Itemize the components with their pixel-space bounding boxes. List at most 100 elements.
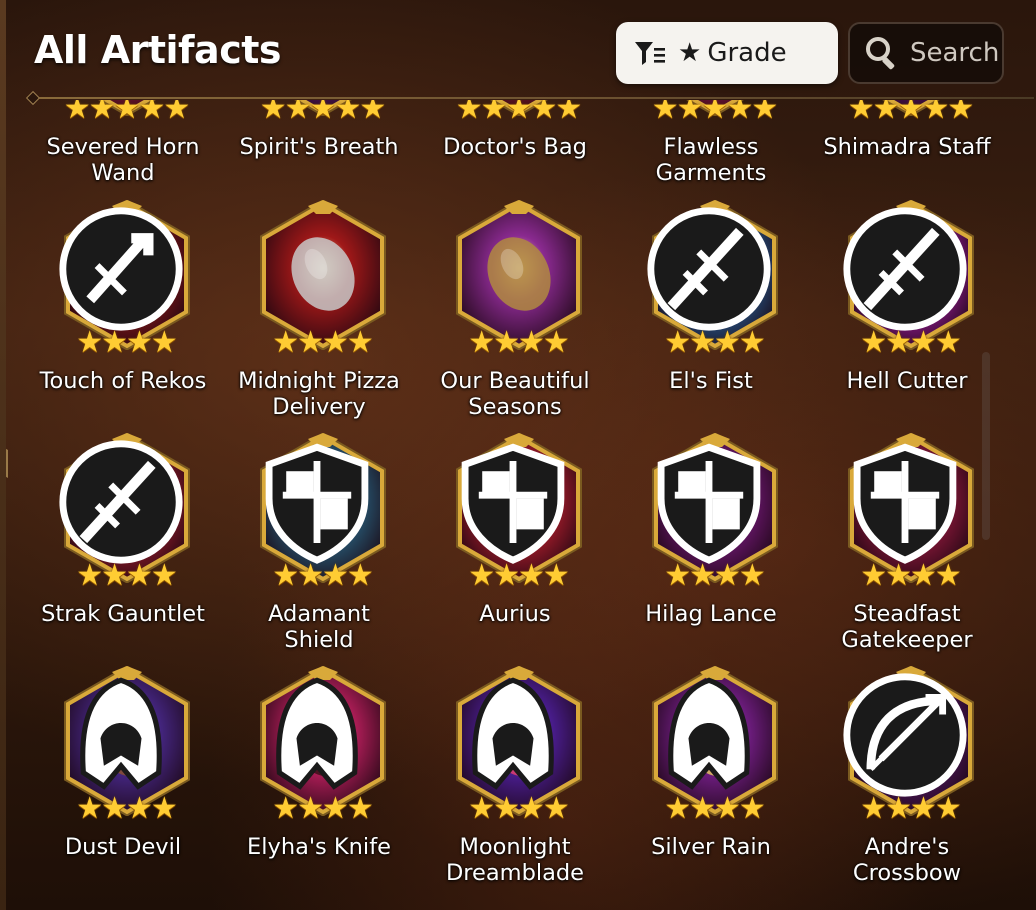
artifact-card-doctor-s-bag[interactable]: ★ ★ ★ ★ ★ Doctor's Bag [414, 100, 610, 196]
star-rating: ★ ★ ★ ★ [650, 794, 780, 824]
filter-icon [635, 42, 665, 65]
knight-sword-icon [56, 194, 183, 331]
artifact-card-strak-gauntlet[interactable]: ★ ★ ★ ★ Strak Gauntlet [22, 433, 218, 663]
star-rating: ★ ★ ★ ★ [62, 328, 192, 358]
star-icon: ★ [493, 325, 520, 360]
artifact-icon: ★ ★ ★ ★ [258, 200, 388, 358]
artifact-icon: ★ ★ ★ ★ [843, 666, 976, 824]
artifact-card-severed-horn-wand[interactable]: ★ ★ ★ ★ ★ Severed Horn Wand [22, 100, 218, 196]
artifact-name: Midnight Pizza Delivery [238, 368, 400, 420]
star-rating: ★ ★ ★ ★ [258, 794, 388, 824]
star-icon: ★ [493, 791, 520, 826]
artifact-name: Aurius [479, 601, 551, 627]
warrior-sword-icon [56, 427, 183, 564]
artifact-card-hilag-lance[interactable]: ★ ★ ★ ★ Hilag Lance [610, 433, 806, 663]
artifact-card-andre-s-crossbow[interactable]: ★ ★ ★ ★ Andre's Crossbow [806, 666, 1002, 896]
star-icon: ★ [885, 558, 912, 593]
star-icon: ★ [284, 100, 312, 126]
star-icon: ★ [322, 791, 349, 826]
star-icon: ★ [297, 791, 324, 826]
artifact-card-midnight-pizza-delivery[interactable]: ★ ★ ★ ★ Midnight Pizza Delivery [218, 200, 414, 430]
thief-hood-icon [56, 660, 162, 790]
knight-shield-icon [252, 427, 369, 564]
artifact-card-spirit-s-breath[interactable]: ★ ★ ★ ★ ★ Spirit's Breath [218, 100, 414, 196]
artifact-name: Touch of Rekos [39, 368, 207, 394]
artifact-icon: ★ ★ ★ ★ [258, 433, 388, 591]
warrior-sword-icon [840, 194, 967, 331]
grade-sort-button[interactable]: ★ Grade [616, 22, 838, 84]
star-icon: ★ [518, 325, 545, 360]
artifact-name: Silver Rain [651, 834, 771, 860]
star-rating: ★ ★ ★ ★ [846, 561, 976, 591]
star-icon: ★ [309, 100, 337, 126]
star-icon: ★ [664, 558, 692, 593]
artifact-name: Dust Devil [64, 834, 182, 860]
star-icon: ★ [76, 325, 104, 360]
search-button[interactable]: Search [848, 22, 1004, 84]
star-icon: ★ [493, 558, 520, 593]
star-icon: ★ [922, 100, 950, 126]
search-button-label: Search [910, 38, 1000, 68]
artifact-card-elyha-s-knife[interactable]: ★ ★ ★ ★ Elyha's Knife [218, 666, 414, 896]
grade-button-label: Grade [707, 38, 787, 68]
artifact-card-moonlight-dreamblade[interactable]: ★ ★ ★ ★ Moonlight Dreamblade [414, 666, 610, 896]
star-icon: ★ [885, 325, 912, 360]
star-icon: ★ [934, 791, 962, 826]
star-icon: ★ [150, 558, 178, 593]
star-icon: ★ [101, 558, 128, 593]
star-icon: ★ [150, 325, 178, 360]
artifact-card-steadfast-gatekeeper[interactable]: ★ ★ ★ ★ Steadfast Gatekeeper [806, 433, 1002, 663]
artifact-icon: ★ ★ ★ ★ [258, 666, 388, 824]
page-title: All Artifacts [34, 28, 282, 72]
artifact-card-hell-cutter[interactable]: ★ ★ ★ ★ Hell Cutter [806, 200, 1002, 430]
artifact-grid[interactable]: ★ ★ ★ ★ ★ Severed Horn Wand ★ ★ ★ ★ ★ Spirit's Brea… [0, 100, 1036, 910]
star-icon: ★ [701, 100, 729, 126]
knight-shield-icon [448, 427, 565, 564]
star-icon: ★ [860, 558, 888, 593]
star-rating: ★ ★ ★ ★ [846, 794, 976, 824]
star-icon: ★ [518, 791, 545, 826]
star-icon: ★ [910, 791, 937, 826]
artifact-card-aurius[interactable]: ★ ★ ★ ★ Aurius [414, 433, 610, 663]
star-icon: ★ [126, 558, 153, 593]
artifact-icon: ★ ★ ★ ★ ★ [846, 100, 976, 124]
star-icon: ★ [738, 558, 766, 593]
artifact-icon: ★ ★ ★ ★ [454, 200, 584, 358]
star-icon: ★ [751, 100, 779, 126]
artifact-card-flawless-garments[interactable]: ★ ★ ★ ★ ★ Flawless Garments [610, 100, 806, 196]
star-icon: ★ [542, 558, 570, 593]
scrollbar[interactable] [982, 352, 990, 540]
star-icon: ★ [738, 791, 766, 826]
artifact-name: Hilag Lance [645, 601, 777, 627]
star-rating: ★ ★ ★ ★ [650, 561, 780, 591]
star-icon: ★ [860, 325, 888, 360]
artifact-name: Our Beautiful Seasons [440, 368, 590, 420]
artifact-card-our-beautiful-seasons[interactable]: ★ ★ ★ ★ Our Beautiful Seasons [414, 200, 610, 430]
artifact-card-el-s-fist[interactable]: ★ ★ ★ ★ El's Fist [610, 200, 806, 430]
star-icon: ★ [76, 791, 104, 826]
artifact-card-dust-devil[interactable]: ★ ★ ★ ★ Dust Devil [22, 666, 218, 896]
star-rating: ★ ★ ★ ★ [62, 794, 192, 824]
artifact-icon: ★ ★ ★ ★ [846, 433, 976, 591]
star-rating: ★ ★ ★ ★ [454, 561, 584, 591]
star-icon: ★ [505, 100, 533, 126]
artifact-icon: ★ ★ ★ ★ [59, 200, 192, 358]
star-icon: ★ [272, 558, 300, 593]
star-icon: ★ [664, 325, 692, 360]
artifact-icon: ★ ★ ★ ★ ★ [650, 100, 780, 124]
star-icon: ★ [555, 100, 583, 126]
artifact-card-touch-of-rekos[interactable]: ★ ★ ★ ★ Touch of Rekos [22, 200, 218, 430]
thief-hood-icon [644, 660, 750, 790]
star-icon: ★ [934, 325, 962, 360]
artifact-name: Andre's Crossbow [852, 834, 962, 886]
artifact-card-shimadra-staff[interactable]: ★ ★ ★ ★ ★ Shimadra Staff [806, 100, 1002, 196]
artifact-card-silver-rain[interactable]: ★ ★ ★ ★ Silver Rain [610, 666, 806, 896]
artifact-name: Steadfast Gatekeeper [841, 601, 973, 653]
artifact-card-adamant-shield[interactable]: ★ ★ ★ ★ Adamant Shield [218, 433, 414, 663]
star-icon: ★ [689, 791, 716, 826]
artifact-icon: ★ ★ ★ ★ [454, 666, 584, 824]
thief-hood-icon [448, 660, 554, 790]
star-icon: ★ [947, 100, 975, 126]
artifact-name: Adamant Shield [268, 601, 370, 653]
star-icon: ★ [455, 100, 483, 126]
